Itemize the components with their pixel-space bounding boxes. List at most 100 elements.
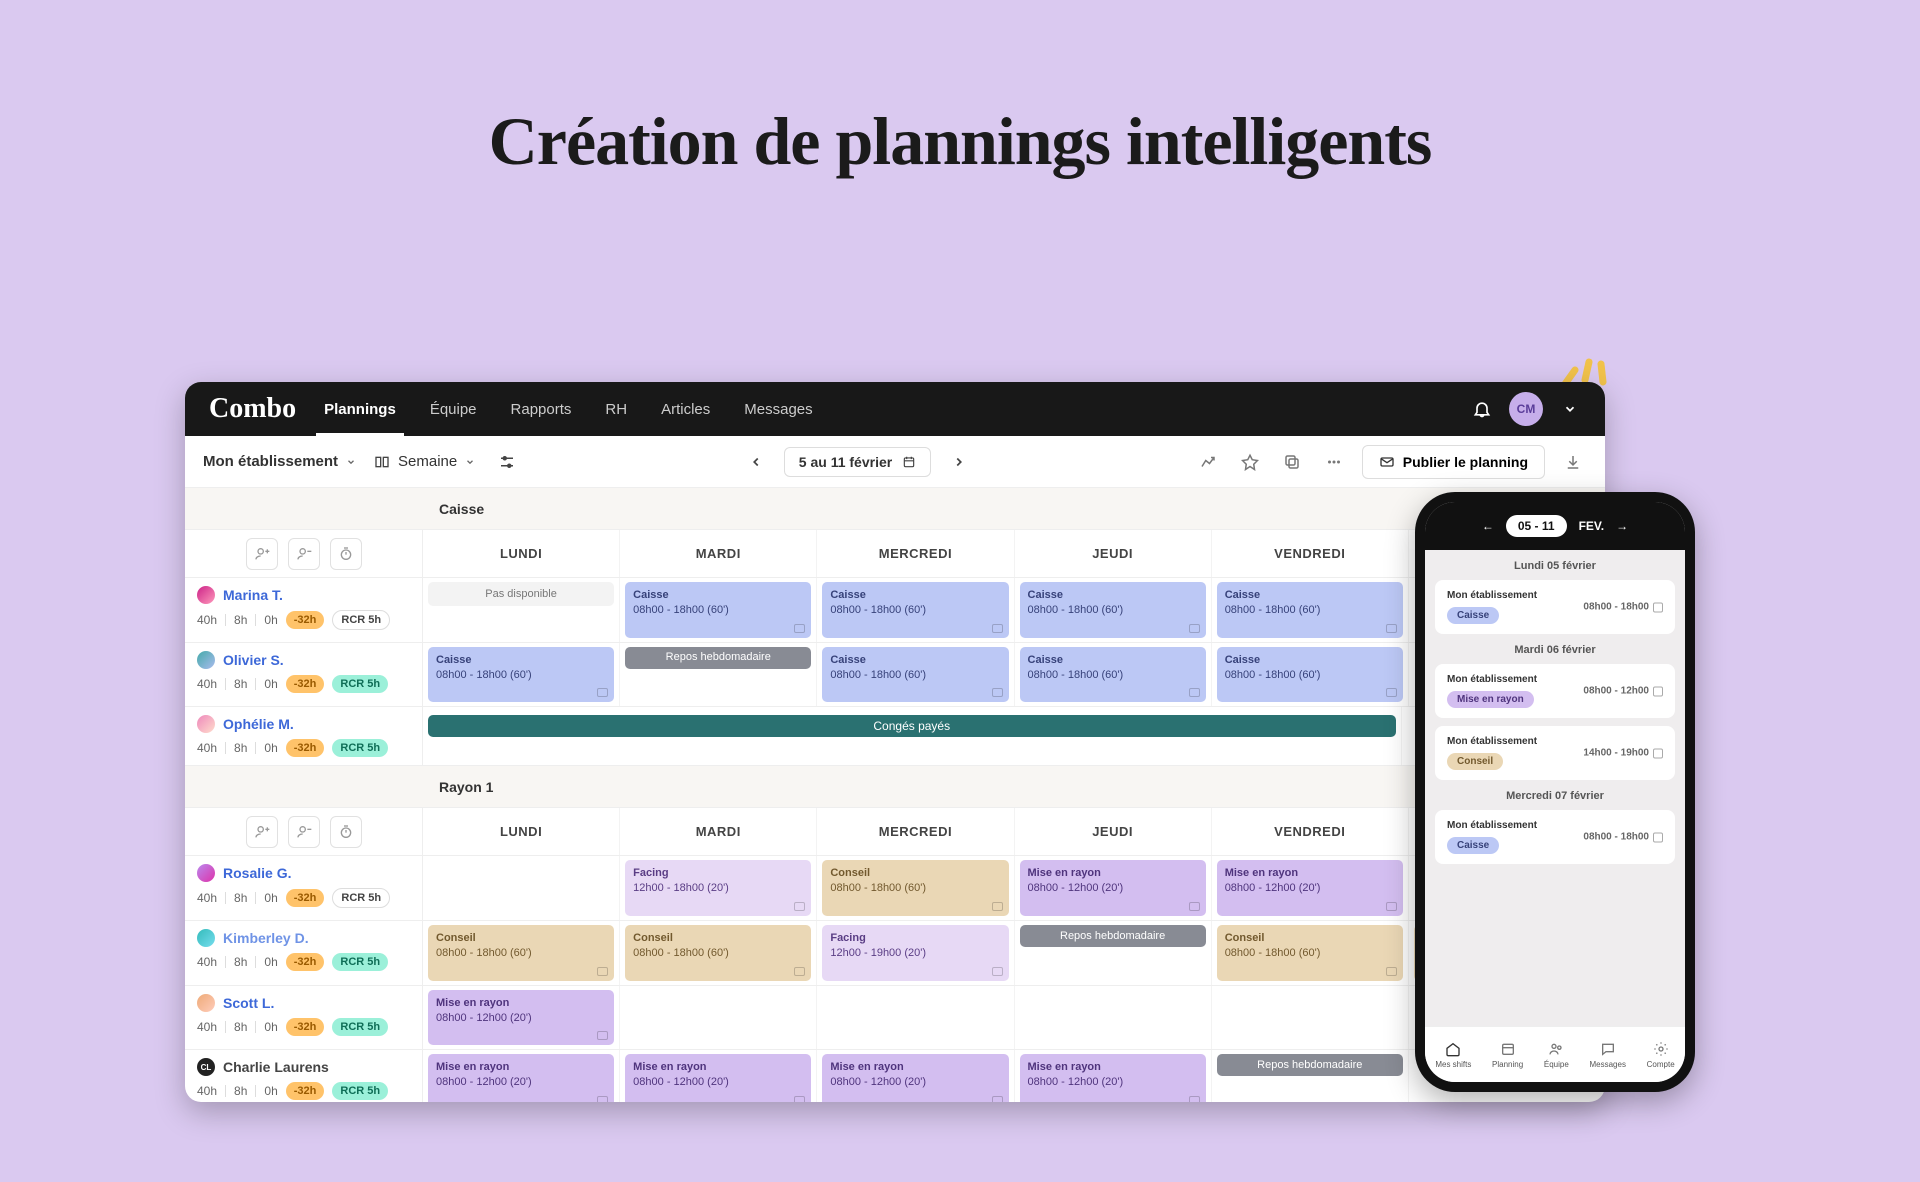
copy-icon[interactable] (1278, 448, 1306, 476)
shift[interactable]: Mise en rayon08h00 - 12h00 (20') (822, 1054, 1008, 1102)
employee-name[interactable]: Scott L. (223, 995, 274, 1011)
tab-messages[interactable]: Messages (1589, 1041, 1625, 1069)
user-menu-chevron-icon[interactable] (1559, 398, 1581, 420)
shift[interactable]: Conseil08h00 - 18h00 (60') (428, 925, 614, 981)
shift[interactable]: Caisse08h00 - 18h00 (60') (1217, 582, 1403, 638)
mobile-header: ← 05 - 11 FEV. → (1425, 502, 1685, 550)
mobile-date-pill[interactable]: 05 - 11 (1506, 515, 1567, 537)
shift[interactable]: Caisse08h00 - 18h00 (60') (822, 647, 1008, 703)
shift[interactable]: Facing12h00 - 18h00 (20') (625, 860, 811, 916)
day-header: LUNDI (423, 530, 620, 577)
shift[interactable]: Conseil08h00 - 18h00 (60') (822, 860, 1008, 916)
timer-icon[interactable] (330, 816, 362, 848)
mobile-tabbar: Mes shifts Planning Équipe Messages Comp… (1425, 1026, 1685, 1082)
tab-planning[interactable]: Planning (1492, 1041, 1523, 1069)
rcr-pill: RCR 5h (332, 610, 390, 630)
employee-name[interactable]: Marina T. (223, 587, 283, 603)
next-icon[interactable]: → (1616, 519, 1628, 533)
hero-title: Création de plannings intelligents (0, 102, 1920, 181)
section-rayon: Rayon 1 (185, 766, 1605, 808)
user-remove-icon[interactable] (288, 816, 320, 848)
date-range-chip[interactable]: 5 au 11 février (784, 447, 931, 477)
shift[interactable]: Caisse08h00 - 18h00 (60') (1020, 647, 1206, 703)
shift[interactable]: Conseil08h00 - 18h00 (60') (1217, 925, 1403, 981)
next-week-icon[interactable] (945, 448, 973, 476)
shift[interactable]: Caisse08h00 - 18h00 (60') (1020, 582, 1206, 638)
employee-row: Scott L. 40h 8h 0h -32h RCR 5h Mise en r… (185, 986, 1605, 1051)
shift[interactable]: Caisse08h00 - 18h00 (60') (428, 647, 614, 703)
nav-equipe[interactable]: Équipe (430, 401, 477, 418)
leave-span[interactable]: Congés payés (428, 715, 1396, 737)
date-nav: 5 au 11 février (742, 447, 973, 477)
mobile-shift-card[interactable]: Mon établissement Caisse 08h00 - 18h00 (1435, 580, 1675, 634)
employee-row: CLCharlie Laurens 40h 8h 0h -32h RCR 5h … (185, 1050, 1605, 1102)
shift[interactable]: Mise en rayon08h00 - 12h00 (20') (428, 990, 614, 1046)
avatar (197, 864, 215, 882)
prev-week-icon[interactable] (742, 448, 770, 476)
employee-row: Kimberley D. 40h 8h 0h -32h RCR 5h Conse… (185, 921, 1605, 986)
more-icon[interactable] (1320, 448, 1348, 476)
mobile-shift-card[interactable]: Mon établissement Mise en rayon 08h00 - … (1435, 664, 1675, 718)
mobile-shift-card[interactable]: Mon établissement Caisse 08h00 - 18h00 (1435, 810, 1675, 864)
avatar (197, 651, 215, 669)
chart-icon[interactable] (1194, 448, 1222, 476)
tab-equipe[interactable]: Équipe (1544, 1041, 1569, 1069)
mobile-day-header: Lundi 05 février (1425, 560, 1685, 572)
main-nav: Plannings Équipe Rapports RH Articles Me… (324, 401, 813, 418)
shift[interactable]: Mise en rayon08h00 - 12h00 (20') (1217, 860, 1403, 916)
employee-name[interactable]: Olivier S. (223, 652, 284, 668)
shift[interactable]: Caisse08h00 - 18h00 (60') (822, 582, 1008, 638)
user-avatar[interactable]: CM (1509, 392, 1543, 426)
rest-shift[interactable]: Repos hebdomadaire (625, 647, 811, 669)
filter-icon[interactable] (493, 448, 521, 476)
nav-articles[interactable]: Articles (661, 401, 710, 418)
topbar: Combo Plannings Équipe Rapports RH Artic… (185, 382, 1605, 436)
download-icon[interactable] (1559, 448, 1587, 476)
user-add-icon[interactable] (246, 816, 278, 848)
user-remove-icon[interactable] (288, 538, 320, 570)
timer-icon[interactable] (330, 538, 362, 570)
user-add-icon[interactable] (246, 538, 278, 570)
mobile-app: ← 05 - 11 FEV. → Lundi 05 février Mon ét… (1415, 492, 1695, 1092)
hours-diff-pill: -32h (286, 611, 325, 629)
employee-row: Ophélie M. 40h 8h 0h -32h RCR 5h Congés … (185, 707, 1605, 766)
toolbar: Mon établissement Semaine 5 au 11 févrie… (185, 436, 1605, 488)
rest-shift[interactable]: Repos hebdomadaire (1020, 925, 1206, 947)
shift[interactable]: Caisse08h00 - 18h00 (60') (625, 582, 811, 638)
shift[interactable]: Mise en rayon08h00 - 12h00 (20') (428, 1054, 614, 1102)
tab-compte[interactable]: Compte (1647, 1041, 1675, 1069)
shift[interactable]: Mise en rayon08h00 - 12h00 (20') (1020, 1054, 1206, 1102)
prev-icon[interactable]: ← (1482, 519, 1494, 533)
day-header-rayon: LUNDI MARDI MERCREDI JEUDI VENDREDI SAME… (185, 808, 1605, 856)
day-header-caisse: LUNDI MARDI MERCREDI JEUDI VENDREDI SAME… (185, 530, 1605, 578)
employee-name[interactable]: Charlie Laurens (223, 1059, 329, 1075)
shift[interactable]: Mise en rayon08h00 - 12h00 (20') (1020, 860, 1206, 916)
location-select[interactable]: Mon établissement (203, 453, 356, 470)
day-header: MERCREDI (817, 530, 1014, 577)
avatar (197, 715, 215, 733)
bell-icon[interactable] (1471, 398, 1493, 420)
avatar (197, 929, 215, 947)
day-header: JEUDI (1015, 530, 1212, 577)
rest-shift[interactable]: Repos hebdomadaire (1217, 1054, 1403, 1076)
mobile-day-header: Mercredi 07 février (1425, 790, 1685, 802)
employee-name[interactable]: Kimberley D. (223, 930, 309, 946)
mobile-shift-card[interactable]: Mon établissement Conseil 14h00 - 19h00 (1435, 726, 1675, 780)
desktop-app: Combo Plannings Équipe Rapports RH Artic… (185, 382, 1605, 1102)
shift[interactable]: Facing12h00 - 19h00 (20') (822, 925, 1008, 981)
unavailable-shift[interactable]: Pas disponible (428, 582, 614, 606)
employee-name[interactable]: Ophélie M. (223, 716, 294, 732)
star-icon[interactable] (1236, 448, 1264, 476)
logo: Combo (209, 393, 296, 425)
shift[interactable]: Mise en rayon08h00 - 12h00 (20') (625, 1054, 811, 1102)
employee-name[interactable]: Rosalie G. (223, 865, 291, 881)
nav-plannings[interactable]: Plannings (324, 401, 396, 418)
view-select[interactable]: Semaine (374, 453, 475, 470)
nav-rh[interactable]: RH (605, 401, 627, 418)
nav-messages[interactable]: Messages (744, 401, 812, 418)
tab-shifts[interactable]: Mes shifts (1435, 1041, 1471, 1069)
shift[interactable]: Caisse08h00 - 18h00 (60') (1217, 647, 1403, 703)
nav-rapports[interactable]: Rapports (511, 401, 572, 418)
publish-button[interactable]: Publier le planning (1362, 445, 1545, 479)
shift[interactable]: Conseil08h00 - 18h00 (60') (625, 925, 811, 981)
